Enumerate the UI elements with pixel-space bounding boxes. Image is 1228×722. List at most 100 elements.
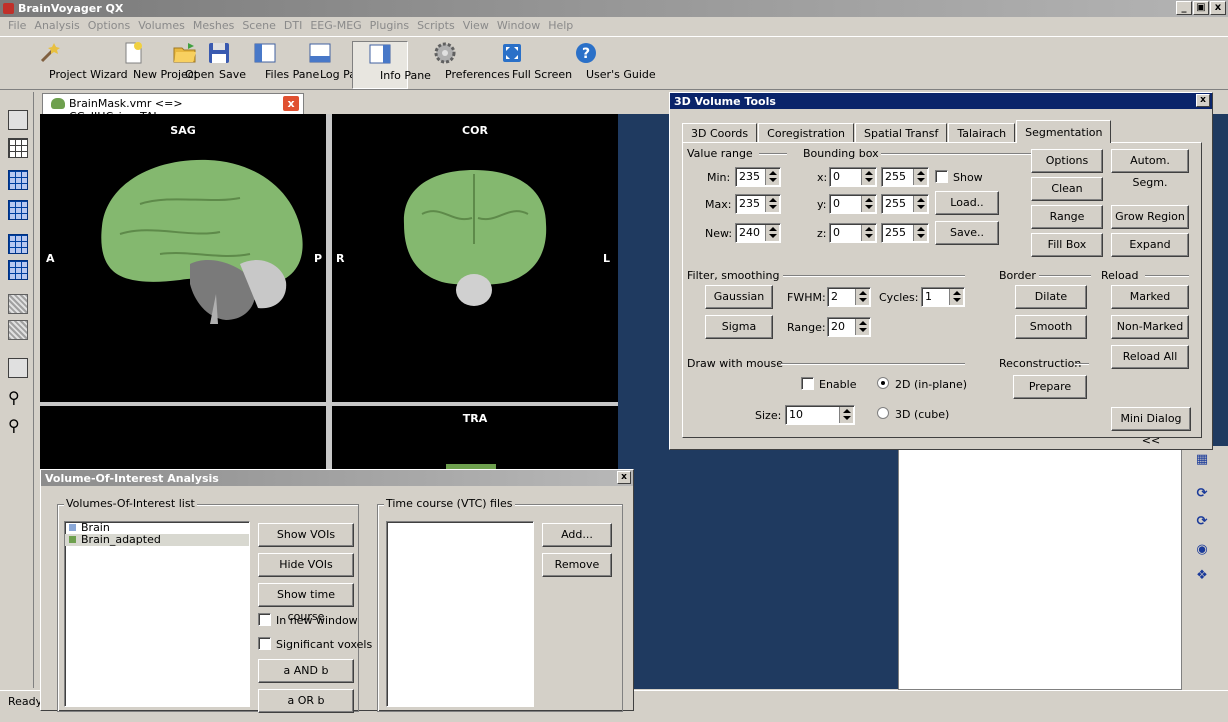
menu-scene[interactable]: Scene bbox=[238, 17, 280, 35]
menu-meshes[interactable]: Meshes bbox=[189, 17, 238, 35]
sag-slice-icon[interactable] bbox=[8, 170, 28, 190]
y-from-spinbox[interactable]: 0 bbox=[829, 194, 877, 214]
menu-dti[interactable]: DTI bbox=[280, 17, 306, 35]
menu-file[interactable]: File bbox=[4, 17, 30, 35]
zoom-out-icon[interactable]: ⚲ bbox=[8, 416, 28, 436]
transform-tool-icon[interactable]: ⟳ bbox=[1194, 514, 1210, 529]
dots-grid-icon[interactable] bbox=[8, 358, 28, 378]
x-from-spinbox[interactable]: 0 bbox=[829, 167, 877, 187]
files-pane-button[interactable]: Files Pane bbox=[240, 41, 319, 89]
smooth-button[interactable]: Smooth bbox=[1015, 315, 1087, 339]
cor-slice-icon[interactable] bbox=[8, 200, 28, 220]
load-button[interactable]: Load.. bbox=[935, 191, 999, 215]
show-vois-button[interactable]: Show VOIs bbox=[258, 523, 354, 547]
in-new-window-checkbox[interactable] bbox=[258, 613, 271, 626]
max-spinbox[interactable]: 235 bbox=[735, 194, 781, 214]
menu-scripts[interactable]: Scripts bbox=[413, 17, 459, 35]
z-to-spinbox[interactable]: 255 bbox=[881, 223, 929, 243]
full-screen-button[interactable]: Full Screen bbox=[480, 41, 572, 89]
grid-view-icon[interactable] bbox=[8, 138, 28, 158]
options-button[interactable]: Options bbox=[1031, 149, 1103, 173]
remove-vtc-button[interactable]: Remove bbox=[542, 553, 612, 577]
z-from-spinbox[interactable]: 0 bbox=[829, 223, 877, 243]
empty-view[interactable] bbox=[40, 406, 326, 474]
transversal-view[interactable]: TRA bbox=[332, 406, 618, 474]
close-tab-icon[interactable]: x bbox=[283, 96, 299, 111]
tra-slice-icon[interactable] bbox=[8, 234, 28, 254]
menu-eeg-meg[interactable]: EEG-MEG bbox=[306, 17, 365, 35]
auto-segm-button[interactable]: Autom. Segm. bbox=[1111, 149, 1189, 189]
menu-view[interactable]: View bbox=[459, 17, 493, 35]
users-guide-button[interactable]: ? User's Guide bbox=[554, 41, 656, 89]
a-and-b-button[interactable]: a AND b bbox=[258, 659, 354, 683]
significant-voxels-checkbox[interactable] bbox=[258, 637, 271, 650]
hide-vois-button[interactable]: Hide VOIs bbox=[258, 553, 354, 577]
color-tool-icon[interactable]: ◉ bbox=[1194, 542, 1210, 557]
y-to-spinbox[interactable]: 255 bbox=[881, 194, 929, 214]
cycles-spinbox[interactable]: 1 bbox=[921, 287, 965, 307]
project-wizard-button[interactable]: Project Wizard bbox=[4, 41, 128, 89]
sigma-button[interactable]: Sigma bbox=[705, 315, 773, 339]
menu-options[interactable]: Options bbox=[84, 17, 134, 35]
dilate-button[interactable]: Dilate bbox=[1015, 285, 1087, 309]
tab-segmentation[interactable]: Segmentation bbox=[1016, 120, 1112, 143]
coronal-view[interactable]: COR R L bbox=[332, 114, 618, 402]
save-box-button[interactable]: Save.. bbox=[935, 221, 999, 245]
reload-all-button[interactable]: Reload All bbox=[1111, 345, 1189, 369]
zoom-in-icon[interactable]: ⚲ bbox=[8, 388, 28, 408]
vtc-listbox[interactable] bbox=[386, 521, 534, 707]
tab-talairach[interactable]: Talairach bbox=[948, 123, 1016, 143]
menu-plugins[interactable]: Plugins bbox=[366, 17, 413, 35]
expand-button[interactable]: Expand bbox=[1111, 233, 1189, 257]
sagittal-view[interactable]: SAG A P bbox=[40, 114, 326, 402]
mode-2d-radio[interactable] bbox=[877, 377, 889, 389]
show-checkbox[interactable] bbox=[935, 170, 948, 183]
menu-window[interactable]: Window bbox=[493, 17, 544, 35]
scale-tool-icon[interactable]: ❖ bbox=[1194, 568, 1210, 583]
fill-box-button[interactable]: Fill Box bbox=[1031, 233, 1103, 257]
minimize-button[interactable]: _ bbox=[1176, 1, 1192, 15]
marked-button[interactable]: Marked bbox=[1111, 285, 1189, 309]
voi-listbox[interactable]: Brain Brain_adapted bbox=[64, 521, 250, 707]
enable-checkbox[interactable] bbox=[801, 377, 814, 390]
mesh-tool-icon[interactable]: ▦ bbox=[1194, 452, 1210, 467]
tab-spatial-transf[interactable]: Spatial Transf bbox=[855, 123, 948, 143]
show-time-course-button[interactable]: Show time course bbox=[258, 583, 354, 623]
menu-volumes[interactable]: Volumes bbox=[134, 17, 189, 35]
a-or-b-button[interactable]: a OR b bbox=[258, 689, 354, 713]
log-pane-button[interactable]: Log Pane bbox=[292, 41, 370, 89]
tab-coregistration[interactable]: Coregistration bbox=[758, 123, 855, 143]
rotate-tool-icon[interactable]: ⟳ bbox=[1194, 486, 1210, 501]
info-pane-button[interactable]: Info Pane bbox=[352, 41, 431, 89]
preferences-button[interactable]: Preferences bbox=[414, 41, 510, 89]
document-tab[interactable]: BrainMask.vmr <=> CG_IIHC_ic_aTAL.vmr x bbox=[42, 93, 304, 123]
voi-close-button[interactable]: x bbox=[617, 471, 631, 484]
menu-help[interactable]: Help bbox=[544, 17, 577, 35]
add-vtc-button[interactable]: Add... bbox=[542, 523, 612, 547]
noise-texture-2-icon[interactable] bbox=[8, 320, 28, 340]
range-spinbox[interactable]: 20 bbox=[827, 317, 871, 337]
non-marked-button[interactable]: Non-Marked bbox=[1111, 315, 1189, 339]
mode-3d-radio[interactable] bbox=[877, 407, 889, 419]
range-button[interactable]: Range bbox=[1031, 205, 1103, 229]
x-to-spinbox[interactable]: 255 bbox=[881, 167, 929, 187]
close-button[interactable]: x bbox=[1210, 1, 1226, 15]
mini-dialog-button[interactable]: Mini Dialog << bbox=[1111, 407, 1191, 447]
new-project-button[interactable]: New Project bbox=[100, 41, 198, 89]
gaussian-button[interactable]: Gaussian bbox=[705, 285, 773, 309]
volume-tools-close-button[interactable]: x bbox=[1196, 94, 1210, 107]
new-spinbox[interactable]: 240 bbox=[735, 223, 781, 243]
open-button[interactable]: Open bbox=[168, 41, 214, 89]
menu-analysis[interactable]: Analysis bbox=[30, 17, 83, 35]
clean-button[interactable]: Clean bbox=[1031, 177, 1103, 201]
3d-cube-icon[interactable] bbox=[8, 110, 28, 130]
list-item[interactable]: Brain_adapted bbox=[65, 534, 249, 546]
save-button[interactable]: Save bbox=[204, 41, 246, 89]
noise-texture-icon[interactable] bbox=[8, 294, 28, 314]
multi-slice-icon[interactable] bbox=[8, 260, 28, 280]
prepare-button[interactable]: Prepare bbox=[1013, 375, 1087, 399]
tab-3d-coords[interactable]: 3D Coords bbox=[682, 123, 758, 143]
fwhm-spinbox[interactable]: 2 bbox=[827, 287, 871, 307]
min-spinbox[interactable]: 235 bbox=[735, 167, 781, 187]
restore-button[interactable]: ▣ bbox=[1193, 1, 1209, 15]
